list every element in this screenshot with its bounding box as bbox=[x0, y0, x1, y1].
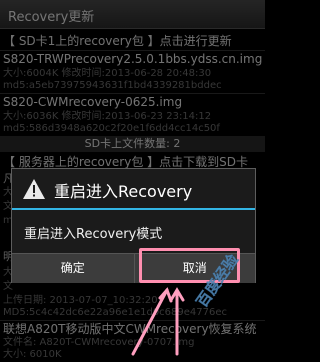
arrow-line bbox=[131, 288, 169, 356]
watermark-text: 百度经验 bbox=[193, 250, 243, 310]
annotation-arrows: 百度经验 bbox=[131, 250, 243, 356]
